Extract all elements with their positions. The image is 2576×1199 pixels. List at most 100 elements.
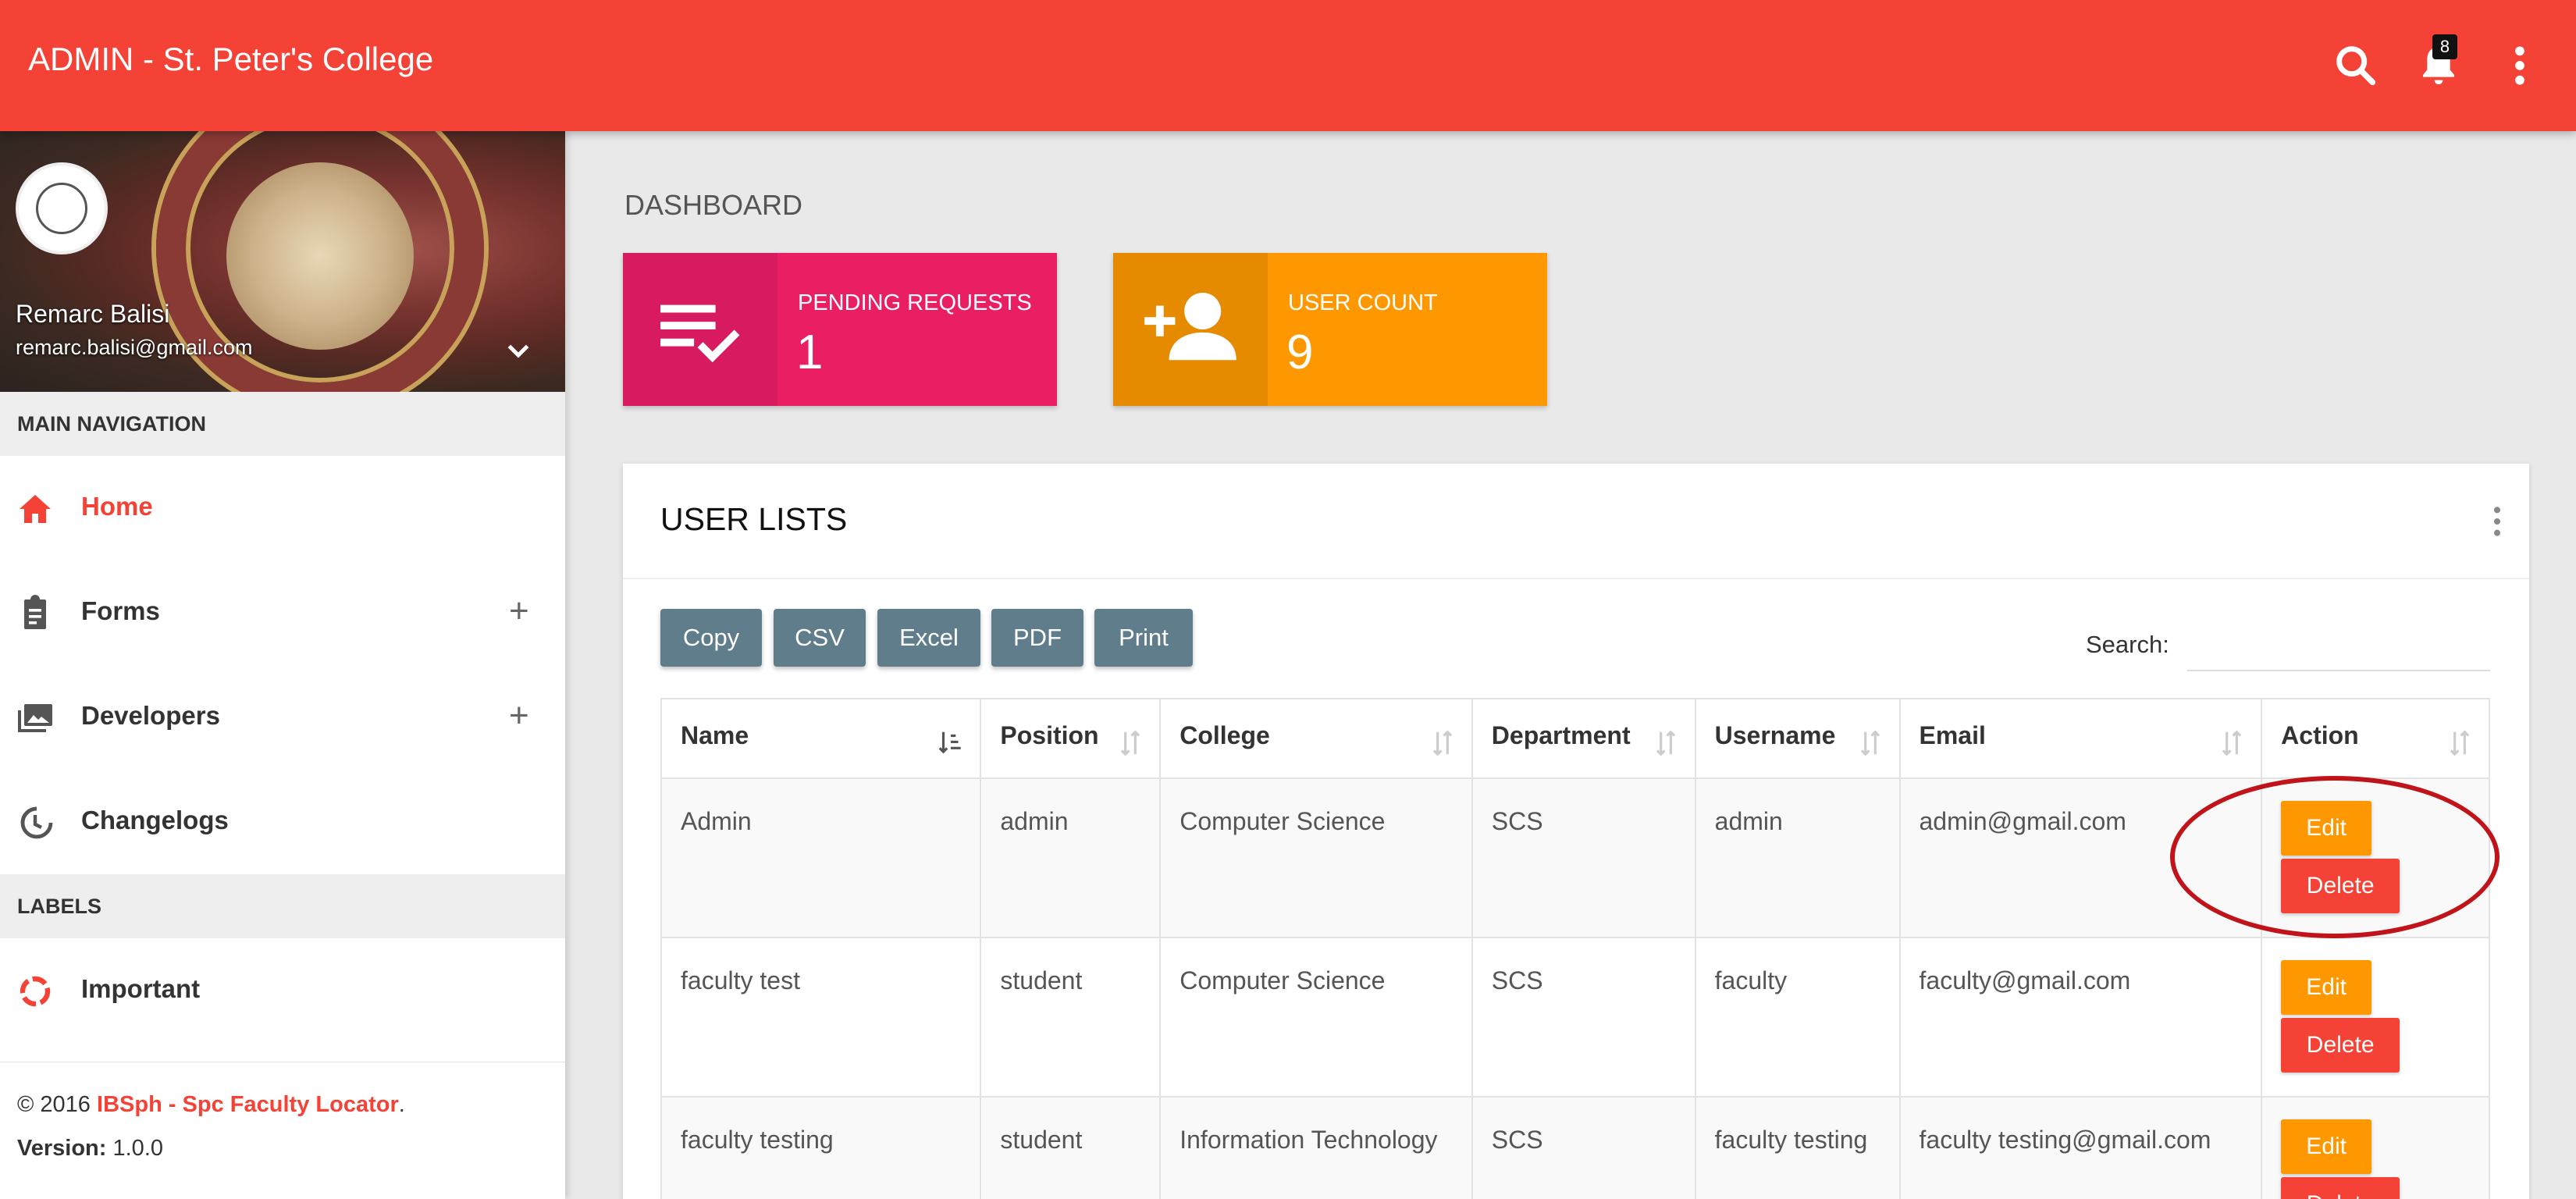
table-header-row: Name Position College Department Usernam… — [660, 698, 2490, 779]
edit-button[interactable]: Edit — [2281, 960, 2372, 1015]
user-info-panel: Remarc Balisi remarc.balisi@gmail.com — [0, 131, 565, 392]
sort-icon — [1860, 730, 1880, 756]
cell-position: student — [980, 937, 1162, 1098]
sort-icon — [1656, 730, 1675, 756]
table-row: Admin admin Computer Science SCS admin a… — [660, 777, 2490, 938]
playlist-check-icon — [623, 253, 777, 406]
table-row: faculty testing student Information Tech… — [660, 1096, 2490, 1199]
cell-username: faculty testing — [1694, 1096, 1901, 1199]
history-icon — [20, 806, 53, 839]
column-header-college[interactable]: College — [1159, 698, 1473, 779]
cell-action: Edit Delete — [2261, 1096, 2490, 1199]
user-email: remarc.balisi@gmail.com — [16, 336, 253, 359]
sidebar: Remarc Balisi remarc.balisi@gmail.com MA… — [0, 131, 565, 1199]
sidebar-item-label: Home — [81, 492, 153, 521]
user-table: Name Position College Department Usernam… — [660, 698, 2490, 1199]
app-title: ADMIN - St. Peter's College — [28, 41, 434, 77]
column-header-username[interactable]: Username — [1694, 698, 1901, 779]
delete-button[interactable]: Delete — [2281, 1177, 2400, 1199]
table-row: faculty test student Computer Science SC… — [660, 937, 2490, 1098]
sidebar-footer: © 2016 IBSph - Spc Faculty Locator. Vers… — [0, 1062, 565, 1190]
more-vert-icon[interactable] — [2495, 41, 2545, 91]
clipboard-icon — [24, 595, 46, 629]
cell-position: student — [980, 1096, 1162, 1199]
column-header-action[interactable]: Action — [2261, 698, 2490, 779]
notification-badge: 8 — [2432, 34, 2457, 59]
cell-department: SCS — [1471, 1096, 1696, 1199]
search-icon[interactable] — [2331, 41, 2381, 91]
info-box-label: PENDING REQUESTS — [798, 290, 1032, 315]
home-icon — [20, 495, 51, 523]
label-item-important[interactable]: Important — [0, 938, 565, 1043]
sidebar-item-label: Changelogs — [81, 806, 229, 834]
copy-button[interactable]: Copy — [660, 609, 762, 667]
info-box-user-count[interactable]: USER COUNT 9 — [1113, 253, 1547, 406]
chevron-down-icon[interactable] — [503, 336, 534, 367]
pdf-button[interactable]: PDF — [991, 609, 1083, 667]
cell-username: faculty — [1694, 937, 1901, 1098]
cell-action: Edit Delete — [2261, 937, 2490, 1098]
expand-plus-icon[interactable]: + — [509, 592, 529, 631]
excel-button[interactable]: Excel — [877, 609, 980, 667]
csv-button[interactable]: CSV — [774, 609, 866, 667]
card-header: USER LISTS — [623, 464, 2529, 579]
column-header-name[interactable]: Name — [660, 698, 982, 779]
sidebar-item-home[interactable]: Home — [0, 456, 565, 560]
donut-icon — [20, 976, 51, 1007]
main-navigation-header: MAIN NAVIGATION — [0, 392, 565, 456]
cell-email: admin@gmail.com — [1898, 777, 2263, 938]
cell-action: Edit Delete — [2261, 777, 2490, 938]
cell-college: Computer Science — [1159, 937, 1473, 1098]
print-button[interactable]: Print — [1094, 609, 1193, 667]
search-input[interactable] — [2187, 617, 2490, 671]
cell-name: faculty testing — [660, 1096, 982, 1199]
sort-icon — [1121, 730, 1140, 756]
edit-button[interactable]: Edit — [2281, 801, 2372, 856]
expand-plus-icon[interactable]: + — [509, 696, 529, 735]
info-box-pending-requests[interactable]: PENDING REQUESTS 1 — [623, 253, 1057, 406]
cell-position: admin — [980, 777, 1162, 938]
sort-icon — [2222, 730, 2242, 756]
copyright-line: © 2016 IBSph - Spc Faculty Locator. — [17, 1083, 548, 1126]
cell-department: SCS — [1471, 937, 1696, 1098]
cell-department: SCS — [1471, 777, 1696, 938]
info-box-label: USER COUNT — [1288, 290, 1438, 315]
delete-button[interactable]: Delete — [2281, 1018, 2400, 1073]
version-label: Version: — [17, 1136, 107, 1161]
copyright-period: . — [398, 1092, 405, 1117]
person-add-icon — [1113, 253, 1268, 406]
cell-email: faculty testing@gmail.com — [1898, 1096, 2263, 1199]
brand-link[interactable]: IBSph - Spc Faculty Locator — [97, 1092, 399, 1117]
version-number: 1.0.0 — [112, 1136, 164, 1161]
column-header-position[interactable]: Position — [980, 698, 1162, 779]
college-seal-emblem — [226, 162, 414, 350]
sidebar-item-label: Developers — [81, 701, 220, 730]
cell-name: faculty test — [660, 937, 982, 1098]
cell-name: Admin — [660, 777, 982, 938]
card-title: USER LISTS — [660, 501, 848, 537]
column-header-department[interactable]: Department — [1471, 698, 1696, 779]
more-vert-icon[interactable] — [2490, 504, 2504, 539]
cell-username: admin — [1694, 777, 1901, 938]
user-lists-card: USER LISTS Copy CSV Excel PDF Print Sear… — [623, 464, 2529, 1199]
photo-library-icon — [18, 704, 52, 732]
top-app-bar: ADMIN - St. Peter's College 8 — [0, 0, 2576, 131]
user-name: Remarc Balisi — [16, 300, 170, 328]
info-box-number: 1 — [796, 326, 824, 379]
edit-button[interactable]: Edit — [2281, 1119, 2372, 1174]
sidebar-item-forms[interactable]: Forms + — [0, 560, 565, 665]
college-logo — [16, 162, 108, 254]
search-label: Search: — [2086, 631, 2169, 658]
sidebar-item-changelogs[interactable]: Changelogs — [0, 770, 565, 874]
sidebar-item-label: Forms — [81, 596, 160, 625]
cell-college: Information Technology — [1159, 1096, 1473, 1199]
sidebar-item-developers[interactable]: Developers + — [0, 665, 565, 770]
delete-button[interactable]: Delete — [2281, 859, 2400, 913]
sort-icon — [1432, 730, 1452, 756]
page-title: DASHBOARD — [624, 189, 803, 221]
version-line: Version: 1.0.0 — [17, 1126, 548, 1170]
cell-college: Computer Science — [1159, 777, 1473, 938]
copyright-text: © 2016 — [17, 1092, 91, 1117]
info-box-number: 9 — [1286, 326, 1314, 379]
column-header-email[interactable]: Email — [1898, 698, 2263, 779]
